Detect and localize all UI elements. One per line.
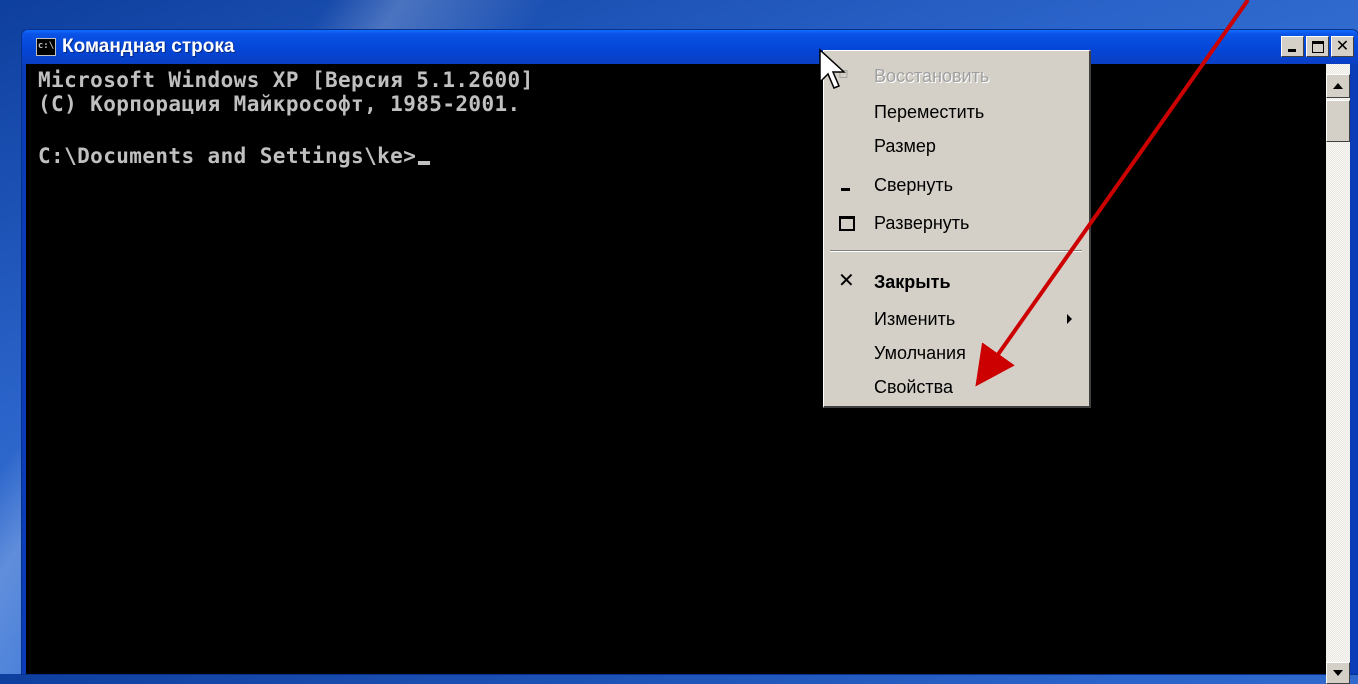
menu-item-minimize[interactable]: Свернуть [824, 168, 1088, 202]
menu-item-close[interactable]: ✕ Закрыть [824, 265, 1088, 299]
console-line: (С) Корпорация Майкрософт, 1985-2001. [38, 92, 521, 116]
scroll-thumb[interactable] [1326, 100, 1350, 142]
close-icon: ✕ [838, 268, 855, 292]
minimize-icon [1288, 49, 1296, 52]
menu-item-label: Развернуть [874, 213, 970, 233]
console-output[interactable]: Microsoft Windows XP [Версия 5.1.2600] (… [26, 64, 1326, 674]
scroll-down-button[interactable] [1326, 662, 1350, 684]
maximize-icon [1312, 41, 1324, 53]
minimize-button[interactable] [1281, 36, 1304, 57]
menu-item-label: Переместить [874, 102, 985, 122]
title-bar[interactable]: c:\ Командная строка ✕ [22, 30, 1358, 64]
close-button[interactable]: ✕ [1331, 36, 1354, 57]
menu-item-restore[interactable]: ▫ Восстановить [824, 59, 1088, 93]
maximize-button[interactable] [1306, 36, 1329, 57]
arrow-down-icon [1333, 670, 1343, 676]
menu-item-label: Умолчания [874, 343, 966, 363]
maximize-icon [838, 212, 855, 232]
console-line: Microsoft Windows XP [Версия 5.1.2600] [38, 68, 534, 92]
menu-item-label: Размер [874, 136, 936, 156]
menu-item-move[interactable]: Переместить [824, 95, 1088, 129]
menu-item-label: Восстановить [874, 66, 990, 86]
menu-item-edit[interactable]: Изменить [824, 302, 1088, 336]
arrow-up-icon [1333, 83, 1343, 89]
submenu-arrow-icon [1067, 314, 1072, 324]
console-prompt: C:\Documents and Settings\ke> [38, 144, 417, 168]
menu-item-defaults[interactable]: Умолчания [824, 336, 1088, 370]
console-prompt-line: C:\Documents and Settings\ke> [38, 144, 431, 168]
menu-item-label: Изменить [874, 309, 956, 329]
caption-buttons: ✕ [1281, 36, 1354, 57]
vertical-scrollbar[interactable] [1326, 64, 1350, 684]
scroll-up-button[interactable] [1326, 74, 1350, 98]
menu-item-label: Свернуть [874, 175, 953, 195]
mouse-pointer-icon [819, 48, 846, 89]
command-prompt-window: c:\ Командная строка ✕ Microsoft Windows… [22, 30, 1358, 684]
menu-item-label: Закрыть [874, 272, 951, 292]
close-icon: ✕ [1335, 36, 1350, 55]
menu-item-maximize[interactable]: Развернуть [824, 206, 1088, 240]
menu-item-properties[interactable]: Свойства [824, 370, 1088, 404]
system-context-menu: ▫ Восстановить Переместить Размер Сверну… [823, 50, 1091, 408]
menu-item-size[interactable]: Размер [824, 129, 1088, 163]
menu-item-label: Свойства [874, 377, 954, 397]
minimize-icon [838, 174, 854, 194]
menu-separator [830, 250, 1082, 252]
cmd-icon[interactable]: c:\ [36, 38, 56, 56]
window-title: Командная строка [62, 36, 235, 57]
text-cursor [418, 161, 431, 165]
